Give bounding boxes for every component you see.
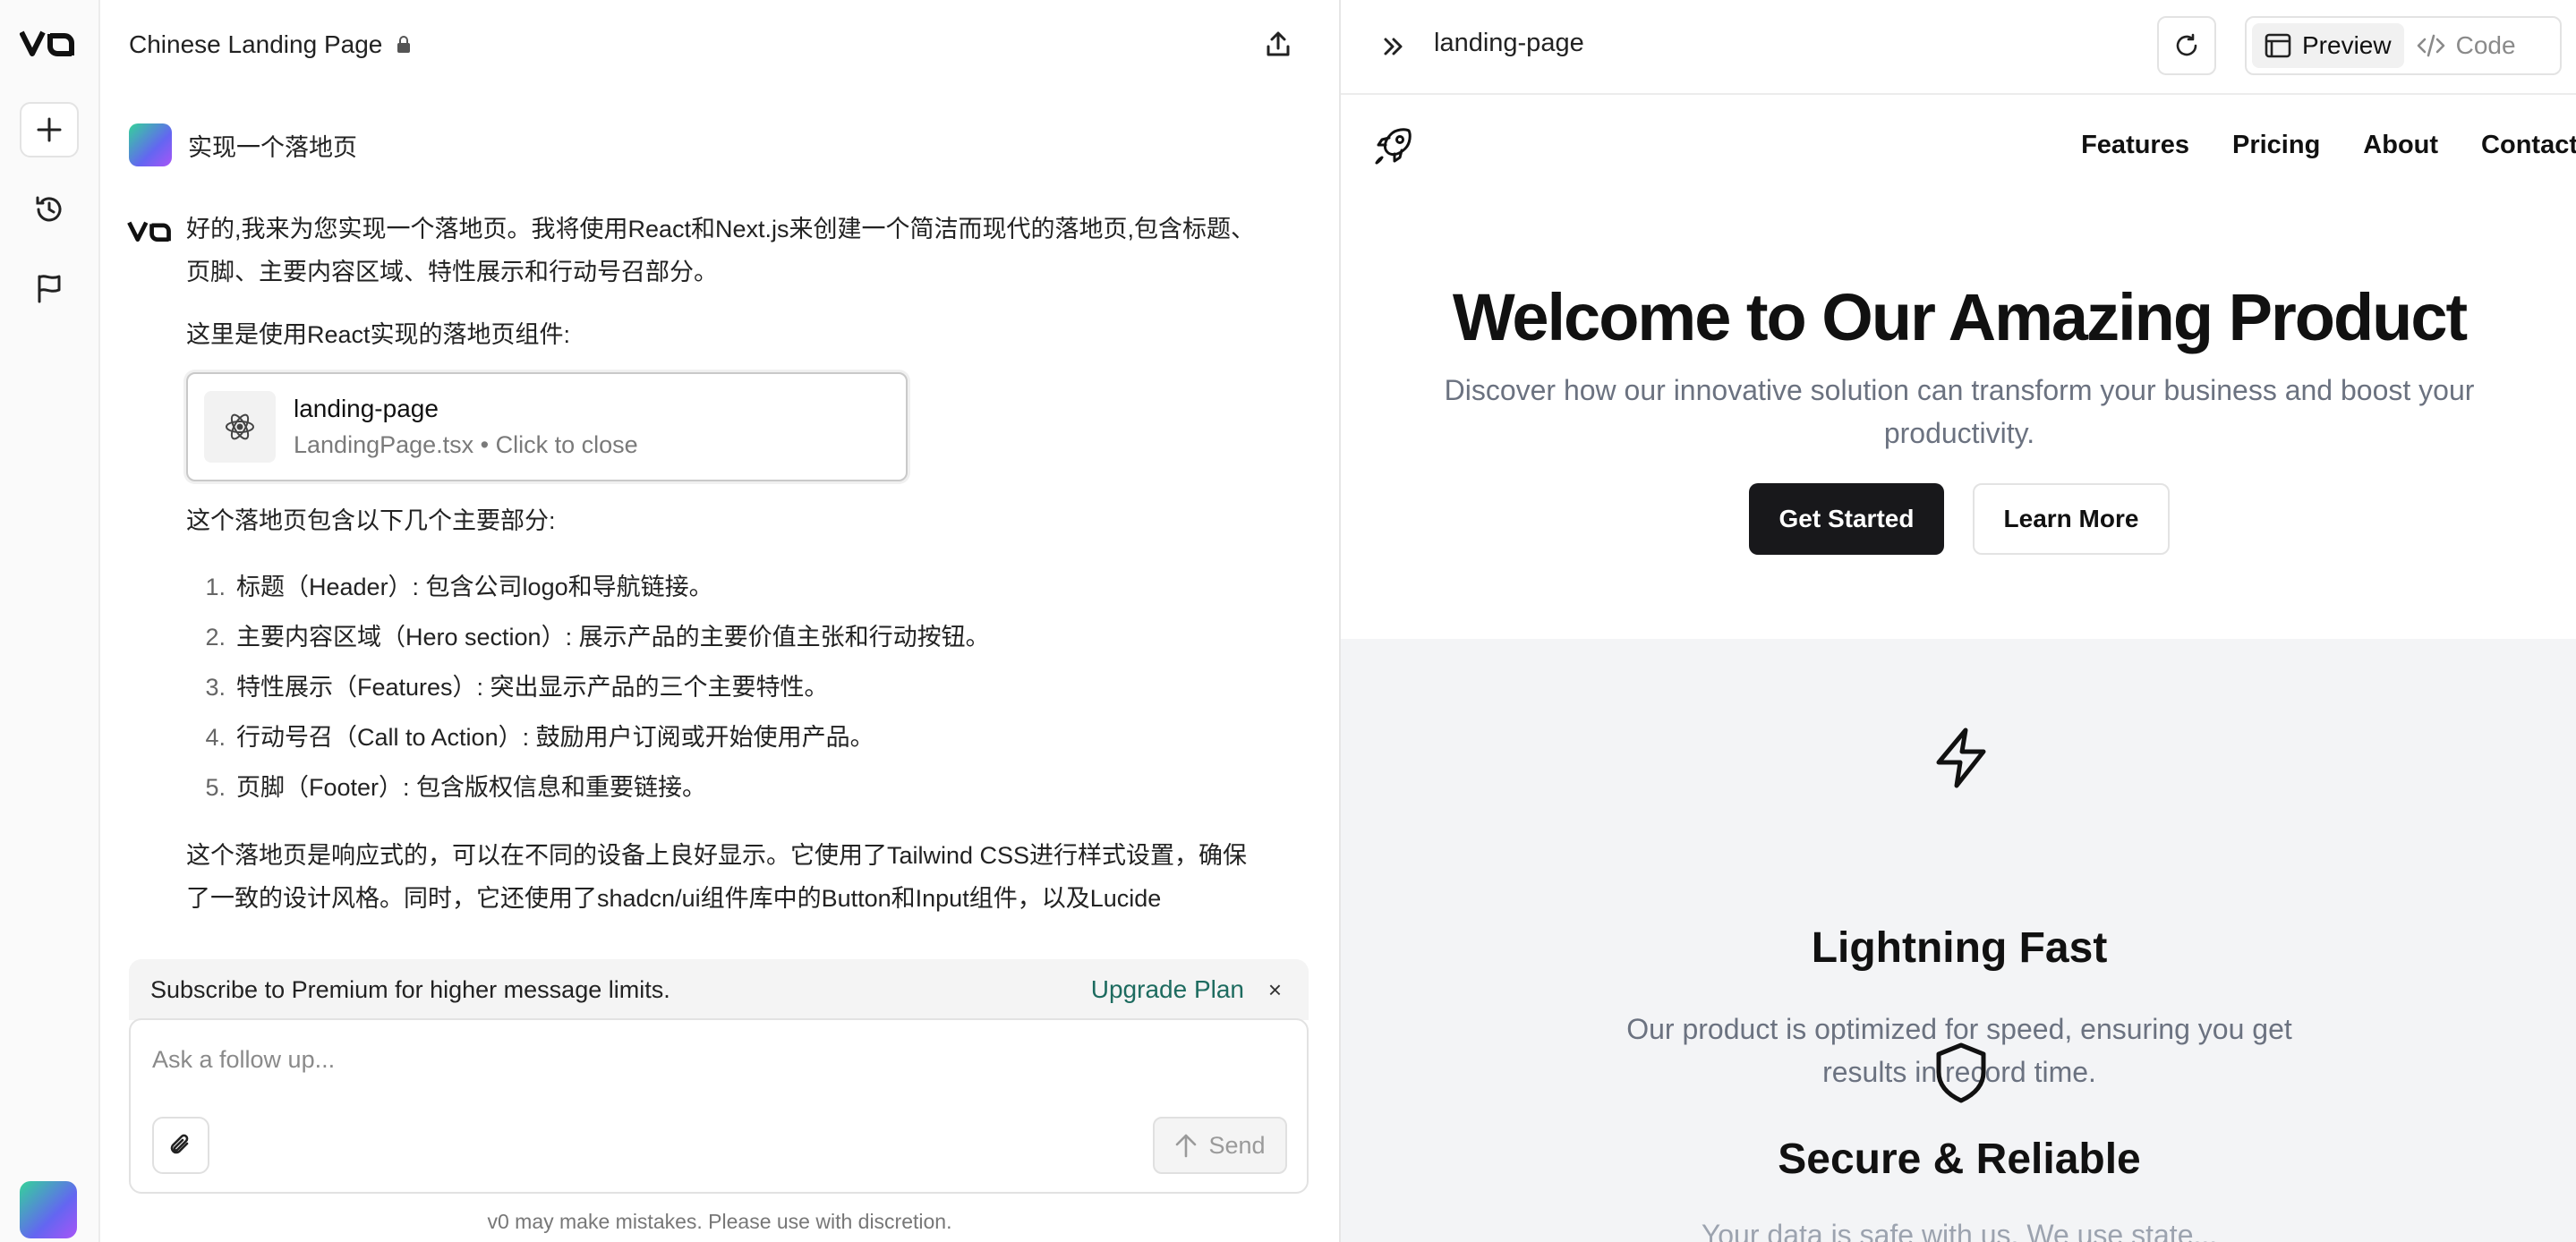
v0-assistant-icon <box>127 221 171 242</box>
sections-list: 1. 标题（Header）: 包含公司logo和导航链接。 2. 主要内容区域（He… <box>186 562 1269 812</box>
preview-header: landing-page Preview Code <box>1341 0 2576 95</box>
list-item: 5. 页脚（Footer）: 包含版权信息和重要链接。 <box>205 774 707 801</box>
tab-preview[interactable]: Preview <box>2252 23 2404 68</box>
history-button[interactable] <box>31 191 67 227</box>
feature-title: Secure & Reliable <box>1778 1136 2141 1183</box>
list-item: 3. 特性展示（Features）: 突出显示产品的三个主要特性。 <box>205 674 829 701</box>
send-button[interactable]: Send <box>1153 1117 1287 1174</box>
hero-subtitle: Discover how our innovative solution can… <box>1444 374 2475 449</box>
follow-up-input[interactable] <box>152 1042 1226 1077</box>
attach-button[interactable] <box>152 1117 209 1174</box>
feedback-button[interactable] <box>31 270 67 306</box>
user-message: 实现一个落地页 <box>129 123 357 166</box>
feature-description: Your data is safe with us. We use state.… <box>1701 1219 2218 1242</box>
hero-title: Welcome to Our Amazing Product <box>1452 280 2468 354</box>
hero-buttons: Get Started Learn More <box>1341 483 2576 555</box>
feature-title: Lightning Fast <box>1811 924 2108 972</box>
view-toggle: Preview Code <box>2245 16 2562 75</box>
lock-icon <box>397 36 411 53</box>
premium-banner-text: Subscribe to Premium for higher message … <box>150 975 670 1003</box>
nav-link-about[interactable]: About <box>2363 131 2438 160</box>
file-card-name: landing-page <box>294 395 439 422</box>
user-avatar[interactable] <box>20 1181 77 1238</box>
history-icon <box>36 196 62 222</box>
send-label: Send <box>1208 1131 1266 1159</box>
react-icon <box>226 413 254 440</box>
share-icon <box>1267 31 1290 56</box>
upgrade-plan-link[interactable]: Upgrade Plan <box>1091 975 1244 1004</box>
assistant-intro: 好的,我来为您实现一个落地页。我将使用React和Next.js来创建一个简洁而… <box>186 216 1256 285</box>
composer: Send <box>129 1018 1309 1194</box>
refresh-button[interactable] <box>2157 16 2216 75</box>
file-card-subtitle: LandingPage.tsx • Click to close <box>294 431 638 458</box>
assistant-message: 好的,我来为您实现一个落地页。我将使用React和Next.js来创建一个简洁而… <box>186 208 1269 920</box>
disclaimer: v0 may make mistakes. Please use with di… <box>487 1210 952 1233</box>
nav-link-pricing[interactable]: Pricing <box>2232 131 2320 160</box>
rendered-site: Features Pricing About Contact Welcome t… <box>1341 97 2576 1242</box>
assistant-component-note: 这里是使用React实现的落地页组件: <box>186 321 571 348</box>
flag-icon <box>38 275 61 303</box>
v0-logo[interactable] <box>20 27 77 61</box>
refresh-icon <box>2176 33 2197 56</box>
arrow-up-icon <box>1176 1134 1197 1158</box>
rocket-icon[interactable] <box>1371 125 1414 168</box>
close-banner-button[interactable]: × <box>1268 976 1282 1004</box>
nav-link-contact[interactable]: Contact <box>2481 131 2576 160</box>
chat-header: Chinese Landing Page <box>100 0 1339 89</box>
file-card[interactable]: landing-page LandingPage.tsx • Click to … <box>186 372 908 481</box>
learn-more-button[interactable]: Learn More <box>1973 483 2170 555</box>
preview-title: landing-page <box>1434 29 1584 57</box>
premium-banner: Subscribe to Premium for higher message … <box>129 959 1309 1020</box>
site-nav: Features Pricing About Contact <box>1341 97 2576 197</box>
share-button[interactable] <box>1260 27 1296 63</box>
user-message-text: 实现一个落地页 <box>188 133 357 161</box>
get-started-button[interactable]: Get Started <box>1749 483 1944 555</box>
assistant-outro: 这个落地页是响应式的，可以在不同的设备上良好显示。它使用了Tailwind CS… <box>186 842 1248 912</box>
site-nav-links: Features Pricing About Contact <box>2038 131 2576 160</box>
new-chat-button[interactable] <box>20 102 79 157</box>
code-icon <box>2417 34 2444 57</box>
shield-icon <box>1936 1042 1986 1103</box>
file-card-icon-box <box>204 391 276 463</box>
tab-code[interactable]: Code <box>2404 23 2529 68</box>
zap-icon <box>1936 727 1986 788</box>
user-message-avatar <box>129 123 172 166</box>
chat-panel: Chinese Landing Page 实现一个落地页 好的,我来为您实现一个… <box>100 0 1339 1242</box>
browser-window-icon <box>2265 33 2291 58</box>
list-item: 1. 标题（Header）: 包含公司logo和导航链接。 <box>205 574 713 600</box>
list-item: 2. 主要内容区域（Hero section）: 展示产品的主要价值主张和行动按钮… <box>205 624 990 651</box>
chat-title[interactable]: Chinese Landing Page <box>129 30 382 59</box>
collapse-panel-button[interactable] <box>1375 29 1411 64</box>
left-rail <box>0 0 100 1242</box>
paperclip-icon <box>170 1134 189 1154</box>
chevrons-right-icon <box>1384 38 1403 55</box>
assistant-list-intro: 这个落地页包含以下几个主要部分: <box>186 507 556 534</box>
plus-icon <box>37 117 62 142</box>
list-item: 4. 行动号召（Call to Action）: 鼓励用户订阅或开始使用产品。 <box>205 724 874 751</box>
nav-link-features[interactable]: Features <box>2081 131 2189 160</box>
preview-panel: landing-page Preview Code Features Prici… <box>1339 0 2576 1242</box>
